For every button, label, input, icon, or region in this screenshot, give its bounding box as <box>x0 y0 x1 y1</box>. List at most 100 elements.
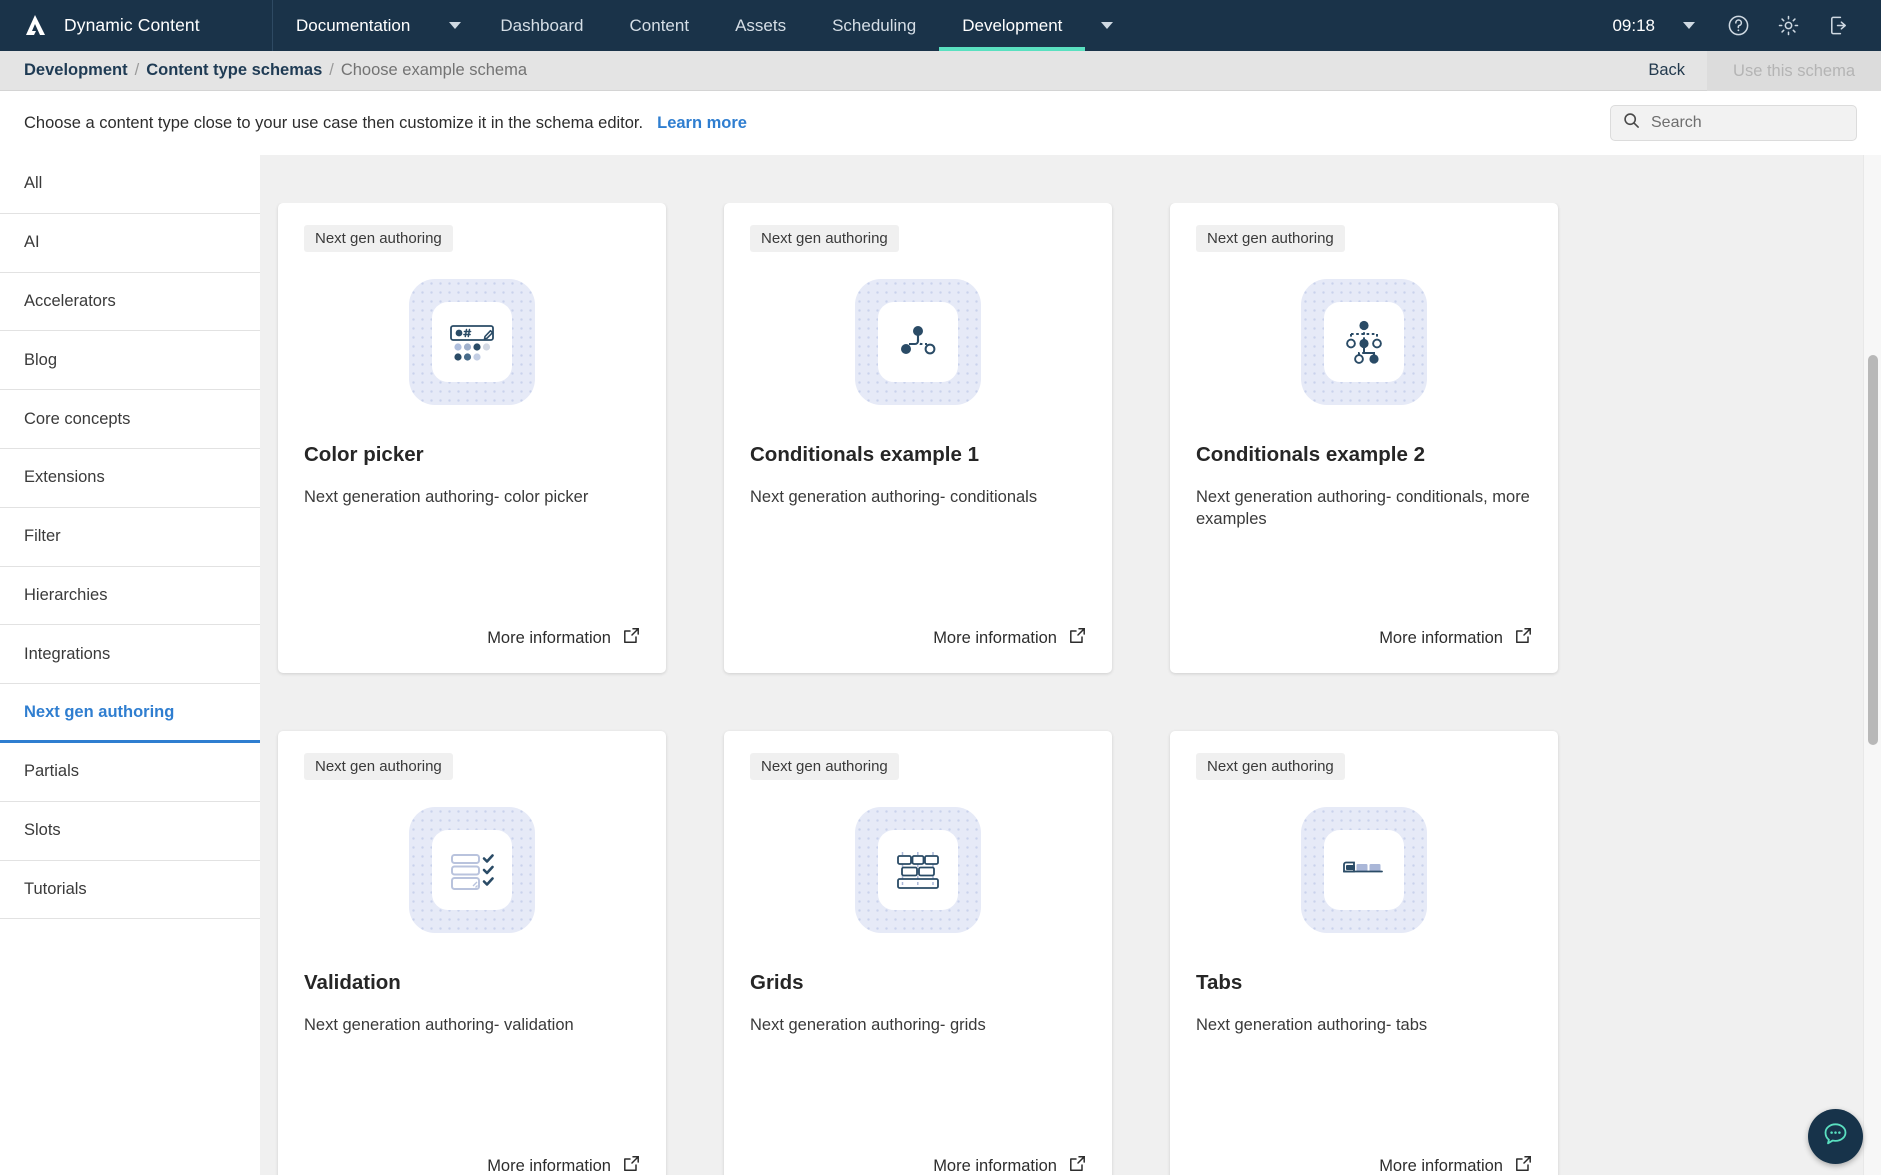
schema-card-tabs[interactable]: Next gen authoring Tabs <box>1170 731 1558 1175</box>
page-body: All AI Accelerators Blog Core concepts E… <box>0 155 1881 1175</box>
card-icon-holder <box>855 807 981 933</box>
conditionals-branch-icon <box>878 302 958 382</box>
card-footer[interactable]: More information <box>304 627 640 649</box>
sidebar-item-accelerators[interactable]: Accelerators <box>0 273 260 332</box>
card-footer[interactable]: More information <box>1196 627 1532 649</box>
card-icon-holder <box>855 279 981 405</box>
sidebar-item-blog[interactable]: Blog <box>0 331 260 390</box>
clock-display: 09:18 <box>1612 16 1663 36</box>
nav-right-group: 09:18 <box>1612 0 1881 51</box>
more-information-label: More information <box>487 1157 611 1176</box>
chevron-down-icon-development[interactable] <box>1085 0 1129 51</box>
sidebar-item-core-concepts[interactable]: Core concepts <box>0 390 260 449</box>
card-description: Next generation authoring- conditionals,… <box>1196 486 1532 531</box>
external-link-icon[interactable] <box>1515 1155 1532 1175</box>
schema-card-conditionals-example-1[interactable]: Next gen authoring Conditio <box>724 203 1112 673</box>
card-icon-holder <box>1301 279 1427 405</box>
card-footer[interactable]: More information <box>1196 1155 1532 1175</box>
card-tag: Next gen authoring <box>1196 753 1345 780</box>
external-link-icon[interactable] <box>1069 1155 1086 1175</box>
chat-support-button[interactable] <box>1808 1109 1863 1164</box>
card-footer[interactable]: More information <box>750 1155 1086 1175</box>
logout-icon[interactable] <box>1815 0 1861 51</box>
breadcrumb-actions: Back Use this schema <box>1626 50 1881 91</box>
external-link-icon[interactable] <box>623 627 640 649</box>
nav-item-assets[interactable]: Assets <box>712 0 809 51</box>
card-title: Grids <box>750 971 1086 995</box>
external-link-icon[interactable] <box>1069 627 1086 649</box>
schema-card-validation[interactable]: Next gen authoring <box>278 731 666 1175</box>
card-title: Tabs <box>1196 971 1532 995</box>
back-button[interactable]: Back <box>1626 52 1707 89</box>
more-information-label: More information <box>487 629 611 648</box>
sidebar-item-tutorials[interactable]: Tutorials <box>0 861 260 920</box>
sidebar-item-slots[interactable]: Slots <box>0 802 260 861</box>
vertical-scrollbar[interactable] <box>1863 155 1881 1175</box>
use-this-schema-button[interactable]: Use this schema <box>1707 50 1881 91</box>
card-description: Next generation authoring- color picker <box>304 486 640 508</box>
card-icon-holder <box>409 279 535 405</box>
card-grid: Next gen authoring <box>278 203 1881 1175</box>
card-tag: Next gen authoring <box>750 225 899 252</box>
card-icon-holder <box>1301 807 1427 933</box>
card-tag: Next gen authoring <box>750 753 899 780</box>
search-area <box>1610 105 1857 141</box>
card-description: Next generation authoring- grids <box>750 1014 1086 1036</box>
more-information-label: More information <box>933 629 1057 648</box>
nav-item-dashboard[interactable]: Dashboard <box>477 0 606 51</box>
category-sidebar: All AI Accelerators Blog Core concepts E… <box>0 155 260 1175</box>
card-footer[interactable]: More information <box>750 627 1086 649</box>
schema-card-conditionals-example-2[interactable]: Next gen authoring <box>1170 203 1558 673</box>
sidebar-item-extensions[interactable]: Extensions <box>0 449 260 508</box>
sidebar-item-filter[interactable]: Filter <box>0 508 260 567</box>
card-footer[interactable]: More information <box>304 1155 640 1175</box>
breadcrumb-separator-1: / <box>135 61 140 80</box>
intro-row: Choose a content type close to your use … <box>0 91 1881 155</box>
brand-area[interactable]: Dynamic Content <box>0 0 273 51</box>
breadcrumb: Development / Content type schemas / Cho… <box>24 61 527 80</box>
search-icon <box>1623 112 1640 134</box>
chat-bubble-icon <box>1821 1120 1850 1154</box>
chevron-down-icon-documentation[interactable] <box>433 0 477 51</box>
nav-item-content[interactable]: Content <box>607 0 713 51</box>
card-title: Conditionals example 2 <box>1196 443 1532 467</box>
sidebar-item-hierarchies[interactable]: Hierarchies <box>0 567 260 626</box>
gallery-scroll-area: Next gen authoring <box>260 203 1881 1175</box>
search-input[interactable] <box>1651 114 1844 132</box>
tabs-icon <box>1324 830 1404 910</box>
color-picker-icon <box>432 302 512 382</box>
sidebar-item-integrations[interactable]: Integrations <box>0 625 260 684</box>
external-link-icon[interactable] <box>1515 627 1532 649</box>
breadcrumb-item-content-type-schemas[interactable]: Content type schemas <box>146 61 322 80</box>
conditionals-tree-icon <box>1324 302 1404 382</box>
card-title: Validation <box>304 971 640 995</box>
more-information-label: More information <box>1379 629 1503 648</box>
schema-card-grids[interactable]: Next gen authoring <box>724 731 1112 1175</box>
sidebar-item-partials[interactable]: Partials <box>0 743 260 802</box>
help-circle-icon[interactable] <box>1715 0 1761 51</box>
external-link-icon[interactable] <box>623 1155 640 1175</box>
more-information-label: More information <box>1379 1157 1503 1176</box>
nav-items: Documentation Dashboard Content Assets S… <box>273 0 1129 51</box>
chevron-down-icon-clock[interactable] <box>1667 21 1711 30</box>
scrollbar-thumb[interactable] <box>1868 355 1878 745</box>
gear-icon[interactable] <box>1765 0 1811 51</box>
search-box[interactable] <box>1610 105 1857 141</box>
nav-item-scheduling[interactable]: Scheduling <box>809 0 939 51</box>
grids-layout-icon <box>878 830 958 910</box>
card-title: Conditionals example 1 <box>750 443 1086 467</box>
breadcrumb-bar: Development / Content type schemas / Cho… <box>0 51 1881 91</box>
learn-more-link[interactable]: Learn more <box>657 114 747 133</box>
sidebar-item-next-gen-authoring[interactable]: Next gen authoring <box>0 684 260 743</box>
card-tag: Next gen authoring <box>304 225 453 252</box>
card-description: Next generation authoring- tabs <box>1196 1014 1532 1036</box>
schema-card-color-picker[interactable]: Next gen authoring <box>278 203 666 673</box>
schema-gallery: Next gen authoring <box>260 155 1881 1175</box>
brand-name: Dynamic Content <box>64 15 200 36</box>
sidebar-item-ai[interactable]: AI <box>0 214 260 273</box>
breadcrumb-item-development[interactable]: Development <box>24 61 128 80</box>
nav-item-development[interactable]: Development <box>939 0 1085 51</box>
nav-item-documentation[interactable]: Documentation <box>273 0 433 51</box>
validation-checklist-icon <box>432 830 512 910</box>
sidebar-item-all[interactable]: All <box>0 155 260 214</box>
